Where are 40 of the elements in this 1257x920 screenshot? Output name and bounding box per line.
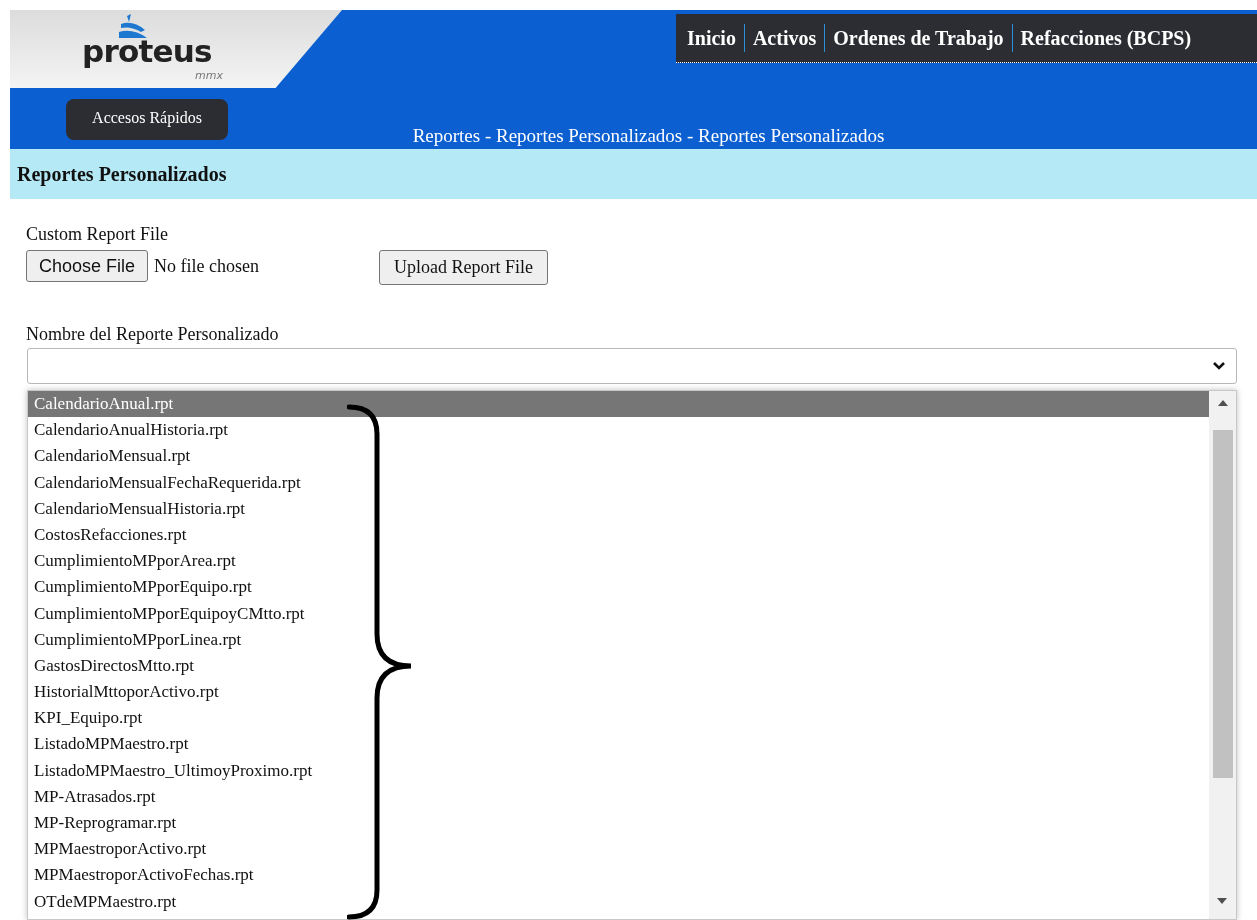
quick-access-button[interactable]: Accesos Rápidos (66, 99, 228, 140)
report-option[interactable]: CalendarioMensual.rpt (28, 443, 1209, 470)
report-option[interactable]: ListadoMPMaestro.rpt (28, 731, 1209, 758)
breadcrumb: Reportes - Reportes Personalizados - Reportes Personalizados (412, 124, 885, 148)
report-option[interactable]: CalendarioMensualFechaRequerida.rpt (28, 469, 1209, 496)
report-option[interactable]: CumplimientoMPporEquipoyCMtto.rpt (28, 600, 1209, 627)
logo-wordmark: proteus (82, 36, 212, 67)
report-option[interactable]: GastosDirectosMtto.rpt (28, 652, 1209, 680)
report-option[interactable]: CumplimientoMPporLinea.rpt (28, 626, 1209, 653)
nav-link[interactable]: Inicio (687, 23, 736, 53)
scroll-up-icon[interactable] (1217, 400, 1228, 406)
scrollbar-thumb[interactable] (1212, 430, 1233, 778)
report-option[interactable]: CumplimientoMPporEquipo.rpt (28, 574, 1209, 601)
upload-button[interactable]: Upload Report File (379, 250, 549, 285)
scroll-down-icon[interactable] (1217, 898, 1227, 904)
nav-link[interactable]: Refacciones (BCPS) (1020, 23, 1192, 53)
report-option[interactable]: ListadoMPMaestro_UltimoyProximo.rpt (28, 757, 1209, 784)
report-option[interactable]: CalendarioAnualHistoria.rpt (28, 417, 1209, 444)
nav-link[interactable]: Ordenes de Trabajo (833, 23, 1004, 53)
section-title: Reportes Personalizados (17, 162, 227, 188)
report-option[interactable]: CalendarioMensualHistoria.rpt (28, 495, 1209, 522)
report-option[interactable]: CalendarioAnual.rpt (28, 391, 1209, 418)
report-option[interactable]: CumplimientoMPporArea.rpt (28, 548, 1209, 575)
report-option[interactable]: OTdeMPMaestro.rpt (28, 888, 1209, 915)
report-option[interactable]: KPI_Equipo.rpt (28, 705, 1209, 732)
report-option[interactable]: MPMaestroporActivo.rpt (28, 836, 1209, 863)
report-option[interactable]: HistorialMttoporActivo.rpt (28, 679, 1209, 706)
report-dropdown[interactable] (27, 348, 1237, 384)
logo-subtitle: mmx (195, 70, 223, 81)
scrollbar[interactable] (1209, 391, 1236, 919)
chevron-down-icon (1212, 361, 1226, 371)
nav-link[interactable]: Activos (752, 23, 817, 53)
file-status: No file chosen (154, 254, 260, 278)
field-label: Nombre del Reporte Personalizado (26, 323, 280, 345)
choose-file-button[interactable]: Choose File (26, 250, 149, 282)
report-option[interactable]: MPMaestroporActivoFechas.rpt (28, 862, 1209, 889)
report-option[interactable]: CostosRefacciones.rpt (28, 521, 1209, 549)
report-option[interactable]: MP-Atrasados.rpt (28, 783, 1209, 810)
report-option[interactable]: MP-Reprogramar.rpt (28, 810, 1209, 837)
field-label: Custom Report File (26, 223, 169, 245)
